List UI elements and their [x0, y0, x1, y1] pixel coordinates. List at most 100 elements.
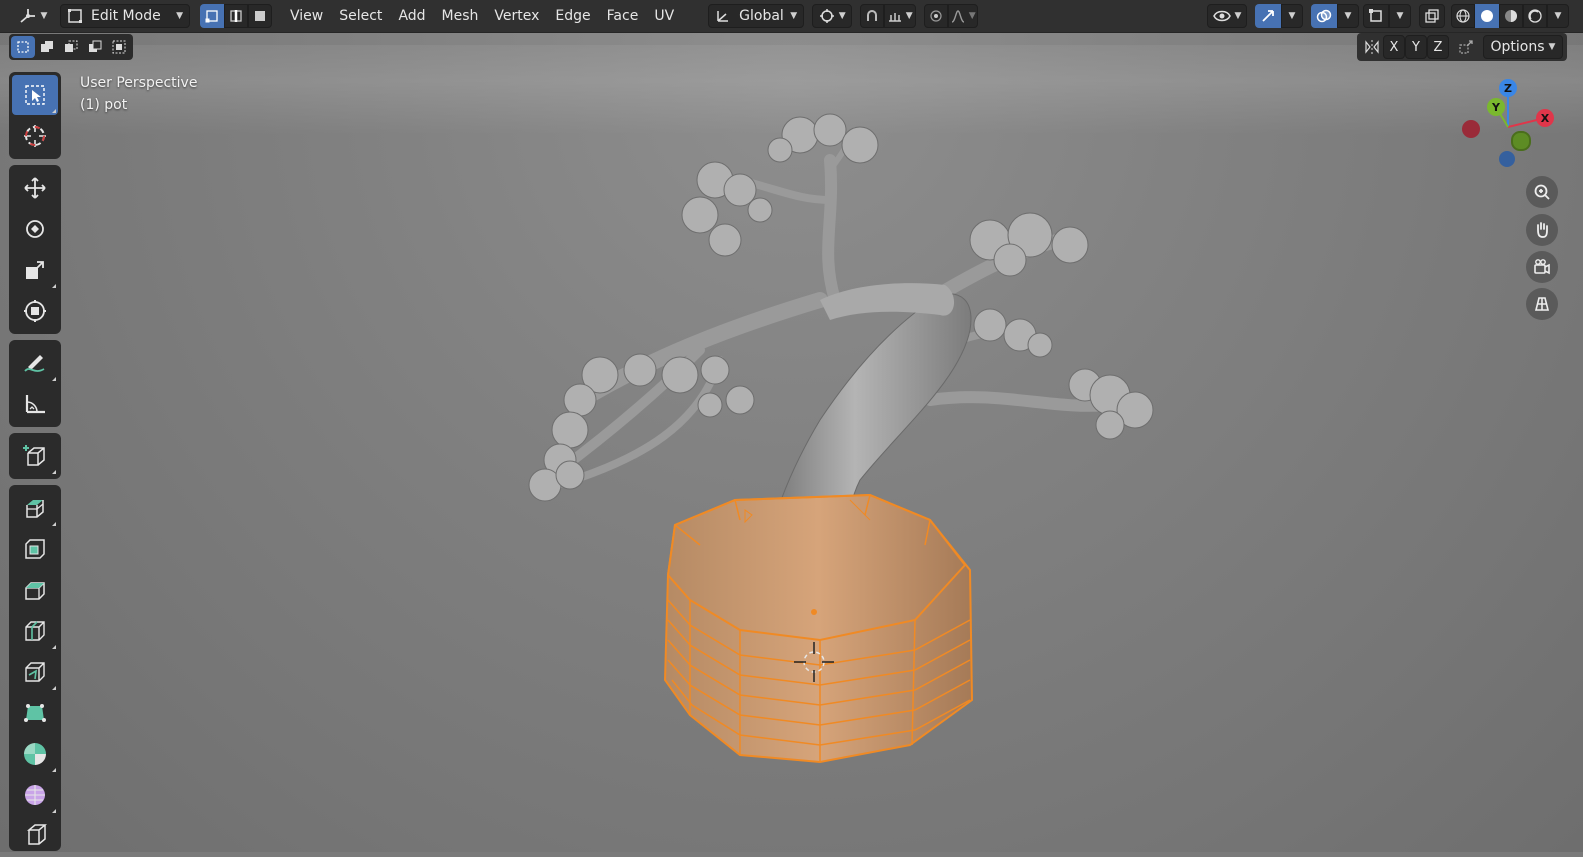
menu-view[interactable]: View	[282, 4, 331, 28]
chevron-down-icon: ▼	[1234, 11, 1242, 21]
tool-cursor[interactable]	[12, 116, 58, 156]
edit-mode-icon	[68, 9, 82, 23]
tool-bevel[interactable]	[12, 570, 58, 610]
select-subtract-icon	[65, 40, 78, 52]
select-new-button[interactable]	[11, 36, 35, 58]
proportional-icon	[930, 10, 942, 22]
gizmo-dropdown[interactable]: ▼	[1281, 4, 1303, 28]
options-dropdown[interactable]: Options ▼	[1483, 35, 1563, 59]
menu-vertex[interactable]: Vertex	[486, 4, 547, 28]
overlays-toggle[interactable]	[1311, 4, 1337, 28]
tool-annotate[interactable]	[12, 343, 58, 383]
mode-dropdown[interactable]: Edit Mode ▼	[60, 4, 190, 28]
zoom-button[interactable]	[1526, 176, 1558, 208]
tool-group-mesh-edit	[9, 485, 61, 851]
selection-mode-group	[9, 34, 133, 60]
mirror-z-toggle[interactable]: Z	[1427, 35, 1449, 59]
select-difference-button[interactable]	[83, 36, 107, 58]
vertex-select-button[interactable]	[200, 4, 224, 28]
rendered-sphere-icon	[1528, 9, 1542, 23]
pot-mesh-selected[interactable]	[663, 493, 974, 764]
3d-viewport[interactable]: User Perspective (1) pot Z X Y	[0, 0, 1583, 852]
select-intersect-button[interactable]	[107, 36, 131, 58]
gizmo-x-axis[interactable]: X	[1536, 109, 1554, 127]
mirror-y-toggle[interactable]: Y	[1405, 35, 1427, 59]
gizmo-z-axis[interactable]: Z	[1499, 79, 1517, 97]
snap-target-dropdown[interactable]: ▼	[884, 4, 917, 28]
chevron-down-icon: ▼	[1554, 11, 1562, 21]
visibility-dropdown[interactable]: ▼	[1207, 4, 1247, 28]
scale-icon	[26, 261, 44, 279]
pan-button[interactable]	[1526, 214, 1558, 246]
tool-inset[interactable]	[12, 529, 58, 569]
tool-knife[interactable]	[12, 652, 58, 692]
add-cube-icon	[23, 445, 45, 466]
xray-toggle[interactable]	[1419, 4, 1445, 28]
gizmo-neg-z-axis[interactable]	[1499, 151, 1515, 167]
select-subtract-button[interactable]	[59, 36, 83, 58]
face-select-button[interactable]	[248, 4, 272, 28]
shading-solid[interactable]	[1475, 4, 1499, 28]
mirror-x-toggle[interactable]: X	[1383, 35, 1405, 59]
menu-add[interactable]: Add	[390, 4, 433, 28]
menu-uv[interactable]: UV	[646, 4, 682, 28]
menu-face[interactable]: Face	[599, 4, 647, 28]
gizmo-toggle[interactable]	[1255, 4, 1281, 28]
mesh-edit-overlays-dropdown[interactable]: ▼	[1389, 4, 1411, 28]
tool-loop-cut[interactable]	[12, 611, 58, 651]
camera-icon	[1534, 259, 1550, 275]
orientation-dropdown[interactable]: Global ▼	[708, 4, 805, 28]
chevron-down-icon: ▼	[1396, 11, 1404, 21]
tool-settings-bar	[9, 33, 133, 61]
shading-material[interactable]	[1499, 4, 1523, 28]
edge-select-button[interactable]	[224, 4, 248, 28]
tool-measure[interactable]	[12, 384, 58, 424]
mesh-overlay-icon	[1369, 9, 1382, 22]
tool-transform[interactable]	[12, 291, 58, 331]
shading-rendered[interactable]	[1523, 4, 1547, 28]
tool-shear[interactable]	[12, 816, 58, 848]
xray-icon	[1425, 9, 1439, 23]
shading-wireframe[interactable]	[1451, 4, 1475, 28]
tool-group-transform	[9, 165, 61, 334]
pivot-point-dropdown[interactable]: ▼	[812, 4, 853, 28]
gizmo-neg-x-axis[interactable]	[1462, 120, 1480, 138]
proportional-edit-toggle[interactable]	[924, 4, 949, 28]
shear-icon	[26, 824, 47, 845]
editor-type-button[interactable]: ▼	[14, 4, 52, 28]
loop-cut-icon	[25, 621, 45, 641]
tool-add-cube[interactable]	[12, 436, 58, 476]
chevron-down-icon: ▼	[1288, 11, 1296, 21]
tool-move[interactable]	[12, 168, 58, 208]
overlays-dropdown[interactable]: ▼	[1337, 4, 1359, 28]
menu-select[interactable]: Select	[331, 4, 390, 28]
mesh-edit-overlays-toggle[interactable]	[1363, 4, 1389, 28]
scene-bonsai[interactable]	[0, 0, 1583, 852]
tool-rotate[interactable]	[12, 209, 58, 249]
camera-view-button[interactable]	[1526, 251, 1558, 283]
bevel-icon	[25, 582, 45, 600]
auto-merge-toggle[interactable]	[1453, 35, 1479, 59]
select-extend-button[interactable]	[35, 36, 59, 58]
gizmo-neg-y-axis[interactable]	[1511, 131, 1531, 151]
vertex-select-icon	[205, 10, 218, 23]
tool-extrude[interactable]	[12, 488, 58, 528]
menu-edge[interactable]: Edge	[547, 4, 598, 28]
tool-poly-build[interactable]	[12, 693, 58, 733]
tool-spin[interactable]	[12, 734, 58, 774]
tool-group-add	[9, 433, 61, 479]
proportional-falloff-dropdown[interactable]: ▼	[948, 4, 979, 28]
menu-mesh[interactable]: Mesh	[434, 4, 487, 28]
tool-variants-indicator	[52, 809, 56, 813]
tool-scale[interactable]	[12, 250, 58, 290]
tool-select-box[interactable]	[12, 75, 58, 115]
annotate-pencil-icon	[24, 355, 45, 372]
mirror-toggle[interactable]	[1361, 35, 1383, 59]
tool-smooth[interactable]	[12, 775, 58, 815]
shading-dropdown[interactable]: ▼	[1547, 4, 1569, 28]
snap-toggle[interactable]	[860, 4, 885, 28]
active-object-name: (1) pot	[80, 97, 128, 113]
gizmo-y-axis[interactable]: Y	[1487, 98, 1505, 116]
navigation-gizmo[interactable]: Z X Y	[1455, 72, 1565, 172]
ortho-toggle-button[interactable]	[1526, 288, 1558, 320]
